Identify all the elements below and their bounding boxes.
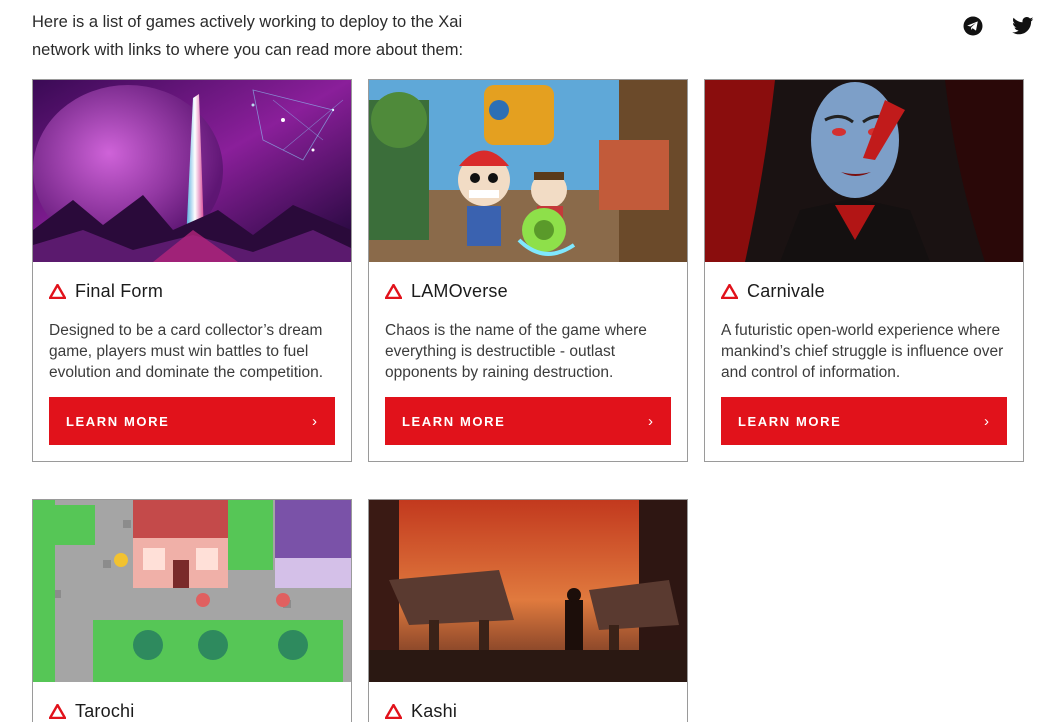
- game-card-final-form: Final Form Designed to be a card collect…: [32, 79, 352, 462]
- triangle-logo-icon: [385, 283, 402, 299]
- card-title-row: Carnivale: [705, 262, 1023, 302]
- card-title: Kashi: [411, 700, 458, 721]
- game-image-carnivale: [705, 80, 1023, 262]
- card-title: Carnivale: [747, 280, 825, 301]
- chevron-right-icon: ›: [312, 412, 317, 430]
- learn-more-label: LEARN MORE: [402, 413, 506, 429]
- triangle-logo-icon: [49, 283, 66, 299]
- game-image-lamoverse: [369, 80, 687, 262]
- game-card-tarochi: Tarochi: [32, 499, 352, 722]
- card-title-row: Final Form: [33, 262, 351, 302]
- card-title-row: Kashi: [369, 682, 687, 722]
- card-description: Chaos is the name of the game where ever…: [385, 322, 647, 381]
- learn-more-label: LEARN MORE: [66, 413, 170, 429]
- game-card-lamoverse: LAMOverse Chaos is the name of the game …: [368, 79, 688, 462]
- game-image-tarochi: [33, 500, 351, 682]
- card-description: Designed to be a card collector’s dream …: [49, 322, 324, 381]
- social-links: [961, 14, 1035, 38]
- card-title-row: LAMOverse: [369, 262, 687, 302]
- learn-more-button[interactable]: LEARN MORE ›: [49, 397, 335, 445]
- game-image-kashi: [369, 500, 687, 682]
- chevron-right-icon: ›: [984, 412, 989, 430]
- card-title: Final Form: [75, 280, 164, 301]
- game-card-kashi: Kashi: [368, 499, 688, 722]
- twitter-icon[interactable]: [1011, 14, 1035, 38]
- card-title: LAMOverse: [411, 280, 508, 301]
- triangle-logo-icon: [49, 703, 66, 719]
- card-title: Tarochi: [75, 700, 135, 721]
- game-card-carnivale: Carnivale A futuristic open-world experi…: [704, 79, 1024, 462]
- telegram-icon[interactable]: [961, 14, 985, 38]
- triangle-logo-icon: [385, 703, 402, 719]
- triangle-logo-icon: [721, 283, 738, 299]
- learn-more-label: LEARN MORE: [738, 413, 842, 429]
- card-title-row: Tarochi: [33, 682, 351, 722]
- intro-text: Here is a list of games actively working…: [32, 13, 464, 59]
- chevron-right-icon: ›: [648, 412, 653, 430]
- learn-more-button[interactable]: LEARN MORE ›: [721, 397, 1007, 445]
- learn-more-button[interactable]: LEARN MORE ›: [385, 397, 671, 445]
- game-image-final-form: [33, 80, 351, 262]
- card-description: A futuristic open-world experience where…: [721, 322, 1004, 381]
